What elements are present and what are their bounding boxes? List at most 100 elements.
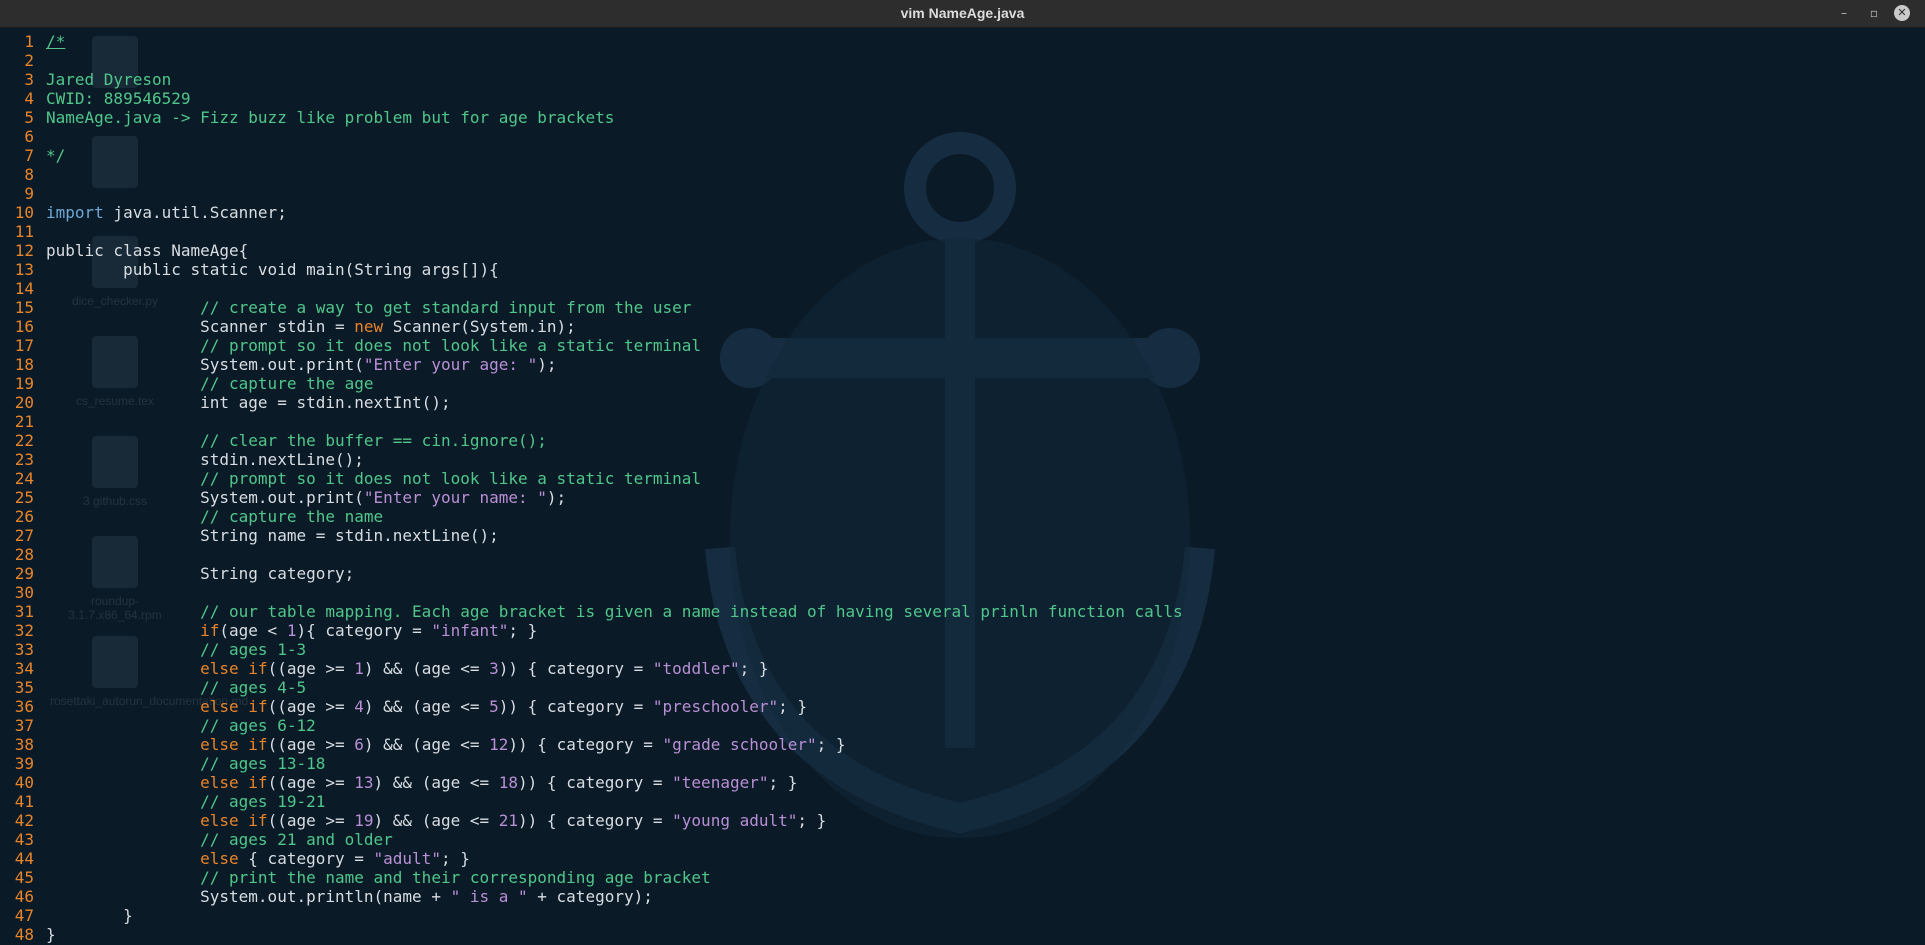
code-line[interactable]: 38 else if((age >= 6) && (age <= 12)) { …	[0, 735, 1183, 754]
code-token: Scanner stdin =	[46, 317, 355, 336]
line-number: 33	[14, 640, 34, 659]
code-token: else if	[200, 697, 268, 716]
maximize-button[interactable]: ▫	[1866, 5, 1882, 21]
code-token: else if	[200, 811, 268, 830]
code-token: ) && (age <=	[363, 697, 490, 716]
code-token: )) { category =	[508, 735, 663, 754]
code-line[interactable]: 16 Scanner stdin = new Scanner(System.in…	[0, 317, 1183, 336]
code-line[interactable]: 5 NameAge.java -> Fizz buzz like problem …	[0, 108, 1183, 127]
code-line[interactable]: 9	[0, 184, 1183, 203]
code-token: ; }	[508, 621, 538, 640]
line-number: 22	[14, 431, 34, 450]
line-number: 27	[14, 526, 34, 545]
code-line[interactable]: 15 // create a way to get standard input…	[0, 298, 1183, 317]
code-token: else	[200, 849, 239, 868]
code-token: 1	[354, 659, 364, 678]
code-line[interactable]: 11	[0, 222, 1183, 241]
code-line[interactable]: 44 else { category = "adult"; }	[0, 849, 1183, 868]
code-line[interactable]: 45 // print the name and their correspon…	[0, 868, 1183, 887]
code-line[interactable]: 27 String name = stdin.nextLine();	[0, 526, 1183, 545]
line-number: 39	[14, 754, 34, 773]
code-token: // clear the buffer == cin.ignore();	[46, 431, 547, 450]
code-token: else if	[200, 773, 268, 792]
code-line[interactable]: 12 public class NameAge{	[0, 241, 1183, 260]
code-line[interactable]: 37 // ages 6-12	[0, 716, 1183, 735]
code-line[interactable]: 1 /*	[0, 32, 1183, 51]
code-token: 13	[354, 773, 374, 792]
code-token: else if	[200, 659, 268, 678]
code-token: { category =	[238, 849, 374, 868]
minimize-button[interactable]: –	[1836, 5, 1852, 21]
code-token: // ages 4-5	[46, 678, 307, 697]
line-number: 36	[14, 697, 34, 716]
code-line[interactable]: 47 }	[0, 906, 1183, 925]
code-line[interactable]: 21	[0, 412, 1183, 431]
code-line[interactable]: 14	[0, 279, 1183, 298]
code-line[interactable]: 30	[0, 583, 1183, 602]
code-line[interactable]: 31 // our table mapping. Each age bracke…	[0, 602, 1183, 621]
code-token: 4	[354, 697, 364, 716]
code-line[interactable]: 17 // prompt so it does not look like a …	[0, 336, 1183, 355]
code-token: ) && (age <=	[363, 659, 490, 678]
code-line[interactable]: 34 else if((age >= 1) && (age <= 3)) { c…	[0, 659, 1183, 678]
line-number: 9	[24, 184, 34, 203]
code-line[interactable]: 4 CWID: 889546529	[0, 89, 1183, 108]
code-line[interactable]: 24 // prompt so it does not look like a …	[0, 469, 1183, 488]
code-line[interactable]: 18 System.out.print("Enter your age: ");	[0, 355, 1183, 374]
code-token: 21	[498, 811, 519, 830]
code-token: import	[46, 203, 104, 222]
close-button[interactable]: ✕	[1894, 5, 1910, 21]
code-line[interactable]: 40 else if((age >= 13) && (age <= 18)) {…	[0, 773, 1183, 792]
code-token: ; }	[778, 697, 808, 716]
code-line[interactable]: 8	[0, 165, 1183, 184]
line-number: 47	[14, 906, 34, 925]
code-editor[interactable]: 1/* 2 3 Jared Dyreson 4 CWID: 889546529 5 NameA…	[0, 32, 1183, 944]
line-number: 38	[14, 735, 34, 754]
code-token: // print the name and their correspondin…	[46, 868, 711, 887]
code-token: Jared Dyreson	[46, 70, 172, 89]
line-number: 4	[24, 89, 34, 108]
code-line[interactable]: 33 // ages 1-3	[0, 640, 1183, 659]
line-number: 13	[14, 260, 34, 279]
code-token: "toddler"	[652, 659, 740, 678]
code-line[interactable]: 6	[0, 127, 1183, 146]
line-number: 14	[14, 279, 34, 298]
window-titlebar[interactable]: vim NameAge.java – ▫ ✕	[0, 0, 1925, 28]
code-token: 19	[354, 811, 374, 830]
code-line[interactable]: 19 // capture the age	[0, 374, 1183, 393]
code-line[interactable]: 2	[0, 51, 1183, 70]
code-line[interactable]: 48}	[0, 925, 1183, 944]
code-token: // prompt so it does not look like a sta…	[46, 469, 702, 488]
code-line[interactable]: 42 else if((age >= 19) && (age <= 21)) {…	[0, 811, 1183, 830]
code-token: // ages 6-12	[46, 716, 316, 735]
line-number: 10	[14, 203, 34, 222]
code-line[interactable]: 32 if(age < 1){ category = "infant"; }	[0, 621, 1183, 640]
code-line[interactable]: 41 // ages 19-21	[0, 792, 1183, 811]
terminal-area[interactable]: dice_checker.py cs_resume.tex 3 github.c…	[0, 28, 1925, 945]
code-line[interactable]: 28	[0, 545, 1183, 564]
line-number: 20	[14, 393, 34, 412]
code-line[interactable]: 36 else if((age >= 4) && (age <= 5)) { c…	[0, 697, 1183, 716]
code-line[interactable]: 25 System.out.print("Enter your name: ")…	[0, 488, 1183, 507]
code-line[interactable]: 23 stdin.nextLine();	[0, 450, 1183, 469]
code-line[interactable]: 7 */	[0, 146, 1183, 165]
code-line[interactable]: 13 public static void main(String args[]…	[0, 260, 1183, 279]
code-token: ((age >=	[267, 773, 355, 792]
code-line[interactable]: 20 int age = stdin.nextInt();	[0, 393, 1183, 412]
line-number: 18	[14, 355, 34, 374]
code-line[interactable]: 26 // capture the name	[0, 507, 1183, 526]
code-token: "adult"	[373, 849, 441, 868]
code-line[interactable]: 10 import java.util.Scanner;	[0, 203, 1183, 222]
code-line[interactable]: 29 String category;	[0, 564, 1183, 583]
code-line[interactable]: 46 System.out.println(name + " is a " + …	[0, 887, 1183, 906]
code-line[interactable]: 22 // clear the buffer == cin.ignore();	[0, 431, 1183, 450]
code-line[interactable]: 43 // ages 21 and older	[0, 830, 1183, 849]
line-number: 17	[14, 336, 34, 355]
line-number: 5	[24, 108, 34, 127]
code-line[interactable]: 3 Jared Dyreson	[0, 70, 1183, 89]
code-line[interactable]: 35 // ages 4-5	[0, 678, 1183, 697]
code-line[interactable]: 39 // ages 13-18	[0, 754, 1183, 773]
code-token: CWID: 889546529	[46, 89, 191, 108]
